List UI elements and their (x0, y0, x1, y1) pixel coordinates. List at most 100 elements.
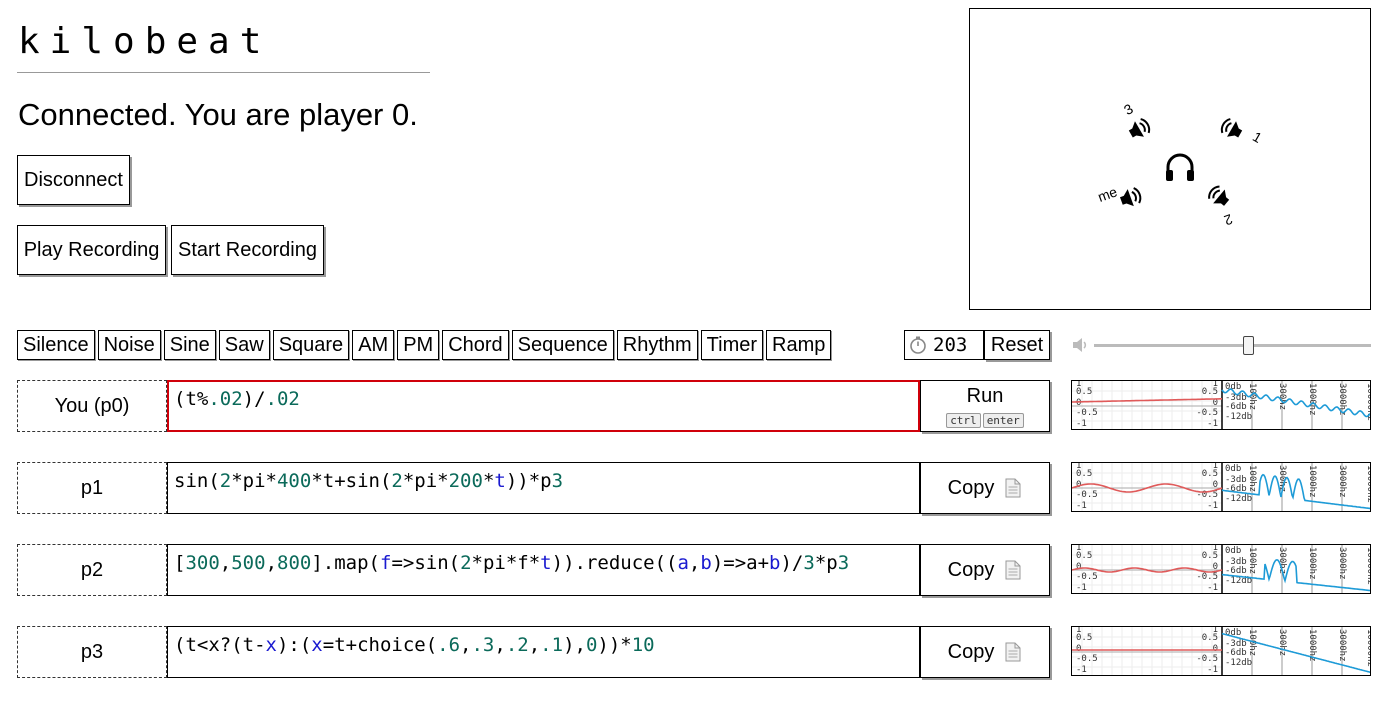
preset-rhythm-button[interactable]: Rhythm (616, 330, 698, 360)
timer-value: 203 (933, 334, 968, 356)
volume-slider-thumb[interactable] (1243, 336, 1255, 355)
copy-button-label: Copy (947, 476, 995, 499)
preset-chord-button[interactable]: Chord (442, 330, 509, 360)
volume-slider-track[interactable] (1094, 344, 1371, 347)
db-tick-label: -12db (1225, 412, 1252, 422)
hz-tick-label: 3000hz (1337, 465, 1347, 498)
signal-scope: 1 1 0.5 0.5 0 0 -0.5 -0.5 -1 -1 0db -3db -6db -12db 10… (1071, 380, 1371, 430)
db-tick-label: -12db (1225, 658, 1252, 668)
hz-tick-label: 10000hz (1365, 465, 1371, 503)
wave-tick-label: -0.5 (1076, 490, 1098, 500)
shortcut-key: ctrl (946, 412, 981, 428)
wave-tick-label: -0.5 (1076, 408, 1098, 418)
clipboard-icon (1005, 478, 1021, 498)
hz-tick-label: 1000hz (1307, 547, 1317, 580)
wave-tick-label: -1 (1076, 583, 1087, 593)
hz-tick-label: 10000hz (1365, 629, 1371, 667)
app-title: kilobeat (18, 21, 272, 62)
wave-tick-label: 0 (1213, 644, 1218, 654)
reset-timer-button[interactable]: Reset (984, 330, 1050, 360)
db-tick-label: -6db (1225, 648, 1247, 658)
wave-tick-label: -0.5 (1196, 654, 1218, 664)
copy-code-button[interactable]: Copy (920, 626, 1050, 678)
run-button[interactable]: Run ctrl enter (920, 380, 1050, 432)
wave-tick-label: -1 (1076, 419, 1087, 429)
code-editor[interactable]: (t%.02)/.02 (167, 380, 920, 432)
wave-tick-label: 0.5 (1076, 551, 1092, 561)
player-label: p2 (17, 544, 167, 596)
wave-tick-label: 0 (1076, 398, 1081, 408)
player-label: p3 (17, 626, 167, 678)
hz-tick-label: 1000hz (1307, 465, 1317, 498)
copy-button-label: Copy (947, 640, 995, 663)
preset-saw-button[interactable]: Saw (218, 330, 270, 360)
player-code-display[interactable]: (t<x?(t-x):(x=t+choice(.6,.3,.2,.1),0))*… (167, 626, 920, 678)
speaker-label-me: me (1096, 183, 1120, 205)
wave-tick-label: -0.5 (1076, 654, 1098, 664)
preset-noise-button[interactable]: Noise (97, 330, 161, 360)
hz-tick-label: 300hz (1277, 629, 1287, 656)
preset-square-button[interactable]: Square (272, 330, 350, 360)
wave-tick-label: -0.5 (1196, 408, 1218, 418)
headphones-icon (1166, 153, 1194, 181)
preset-ramp-button[interactable]: Ramp (766, 330, 832, 360)
clipboard-icon (1005, 560, 1021, 580)
preset-timer-button[interactable]: Timer (700, 330, 764, 360)
wave-tick-label: -0.5 (1076, 572, 1098, 582)
start-recording-button[interactable]: Start Recording (171, 225, 324, 275)
disconnect-button[interactable]: Disconnect (17, 155, 130, 205)
wave-tick-label: 0.5 (1202, 551, 1218, 561)
hz-tick-label: 10000hz (1365, 547, 1371, 585)
wave-tick-label: 0.5 (1076, 633, 1092, 643)
preset-pm-button[interactable]: PM (397, 330, 440, 360)
preset-toolbar: Silence Noise Sine Saw Square AM PM Chor… (17, 330, 834, 360)
preset-am-button[interactable]: AM (352, 330, 395, 360)
player-label: You (p0) (17, 380, 167, 432)
hz-tick-label: 100hz (1247, 547, 1257, 574)
wave-tick-label: -0.5 (1196, 572, 1218, 582)
play-recording-button[interactable]: Play Recording (17, 225, 166, 275)
hz-tick-label: 1000hz (1307, 383, 1317, 416)
volume-icon (1073, 338, 1087, 352)
hz-tick-label: 3000hz (1337, 547, 1347, 580)
speaker-label-1: 1 (1250, 128, 1265, 146)
spatial-audio-panel[interactable]: 3 1 me 2 (969, 8, 1371, 310)
preset-sine-button[interactable]: Sine (163, 330, 216, 360)
wave-tick-label: 0.5 (1202, 469, 1218, 479)
preset-silence-button[interactable]: Silence (17, 330, 95, 360)
speaker-p3[interactable] (1126, 116, 1152, 141)
db-tick-label: -6db (1225, 402, 1247, 412)
player-code-display[interactable]: [300,500,800].map(f=>sin(2*pi*f*t)).redu… (167, 544, 920, 596)
signal-scope: 1 1 0.5 0.5 0 0 -0.5 -0.5 -1 -1 0db -3db -6db -12db 10… (1071, 544, 1371, 594)
hz-tick-label: 100hz (1247, 465, 1257, 492)
wave-tick-label: 0.5 (1202, 633, 1218, 643)
run-button-label: Run (966, 384, 1004, 407)
hz-tick-label: 3000hz (1337, 629, 1347, 662)
wave-tick-label: 0 (1213, 480, 1218, 490)
wave-tick-label: -1 (1076, 501, 1087, 511)
db-tick-label: 0db (1225, 546, 1241, 556)
shortcut-key: enter (982, 412, 1024, 428)
wave-tick-label: 0 (1076, 562, 1081, 572)
wave-tick-label: 0 (1076, 644, 1081, 654)
wave-tick-label: 0.5 (1202, 387, 1218, 397)
speaker-p1[interactable] (1219, 116, 1245, 141)
signal-scope: 1 1 0.5 0.5 0 0 -0.5 -0.5 -1 -1 0db -3db -6db -12db 10… (1071, 462, 1371, 512)
speaker-me[interactable] (1118, 186, 1142, 210)
copy-code-button[interactable]: Copy (920, 544, 1050, 596)
connection-status: Connected. You are player 0. (18, 97, 418, 132)
preset-sequence-button[interactable]: Sequence (511, 330, 614, 360)
wave-tick-label: 0.5 (1076, 469, 1092, 479)
waveform-line (1072, 398, 1222, 403)
copy-code-button[interactable]: Copy (920, 462, 1050, 514)
db-tick-label: 0db (1225, 464, 1241, 474)
copy-button-label: Copy (947, 558, 995, 581)
stopwatch-icon (910, 336, 926, 354)
speaker-label-3: 3 (1121, 100, 1136, 118)
wave-tick-label: -1 (1207, 583, 1218, 593)
player-code-display[interactable]: sin(2*pi*400*t+sin(2*pi*200*t))*p3 (167, 462, 920, 514)
db-tick-label: -12db (1225, 494, 1252, 504)
speaker-label-2: 2 (1222, 211, 1235, 229)
clipboard-icon (1005, 642, 1021, 662)
speaker-p2[interactable] (1206, 183, 1232, 209)
